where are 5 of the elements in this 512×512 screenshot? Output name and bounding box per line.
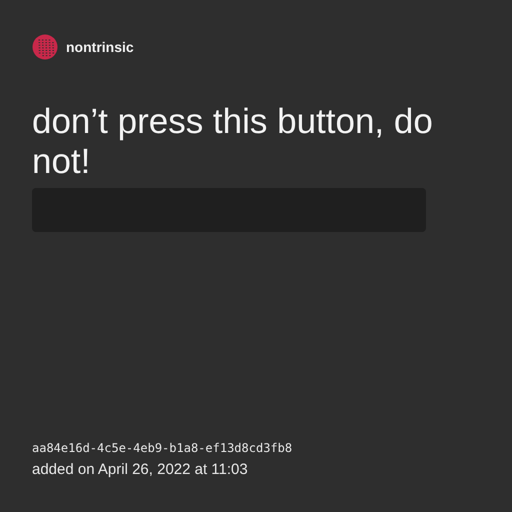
logo-icon	[32, 34, 58, 60]
headline: don’t press this button, do not!	[32, 102, 434, 182]
added-date: added on April 26, 2022 at 11:03	[32, 461, 248, 478]
id-text: aa84e16d-4c5e-4eb9-b1a8-ef13d8cd3fb8	[32, 441, 292, 455]
brand-name: nontrinsic	[66, 39, 134, 55]
